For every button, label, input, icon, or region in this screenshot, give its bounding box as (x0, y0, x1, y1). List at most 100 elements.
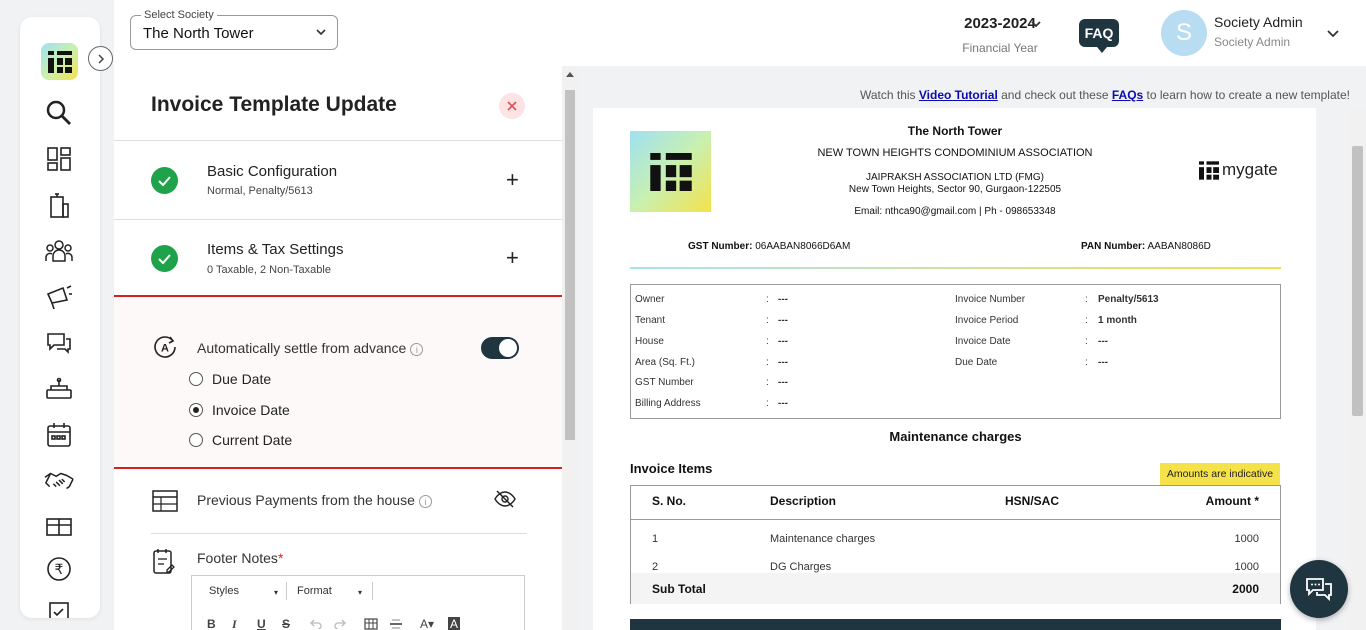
table-cell: 1000 (1234, 533, 1259, 545)
chat-support-button[interactable] (1290, 560, 1348, 618)
bold-button[interactable]: B (207, 617, 216, 630)
info-value: --- (1098, 357, 1108, 368)
info-icon[interactable]: i (410, 342, 424, 356)
sidebar-rail: ₹ (20, 17, 100, 618)
text-color-icon[interactable]: A▾ (420, 617, 434, 630)
table-insert-icon[interactable] (364, 618, 378, 630)
info-colon: : (766, 398, 769, 409)
table-cell: 1000 (1234, 561, 1259, 573)
close-button[interactable] (499, 93, 525, 119)
styles-dropdown[interactable]: Styles (209, 585, 239, 597)
radio-invoice-date[interactable]: Invoice Date (189, 401, 290, 419)
invoice-preview: The North Tower NEW TOWN HEIGHTS CONDOMI… (593, 108, 1316, 630)
society-address: New Town Heights, Sector 90, Gurgaon-122… (848, 184, 1062, 195)
pan-number: PAN Number: AABAN8086D (1081, 241, 1211, 252)
pan-label: PAN Number: (1081, 241, 1146, 252)
subtotal-label: Sub Total (652, 582, 706, 596)
section-subtitle: Normal, Penalty/5613 (207, 185, 313, 197)
financial-year-label: Financial Year (962, 41, 1038, 55)
building-icon[interactable] (44, 190, 74, 220)
video-tutorial-link[interactable]: Video Tutorial (919, 88, 998, 102)
italic-button[interactable]: I (232, 617, 237, 630)
info-key: House (635, 336, 664, 347)
subtotal-row (631, 573, 1280, 604)
society-select-value: The North Tower (143, 25, 254, 42)
radio-label: Due Date (212, 371, 272, 387)
section-heading: Maintenance charges (889, 429, 1022, 444)
indicative-badge: Amounts are indicative (1160, 463, 1280, 485)
gate-icon[interactable] (44, 512, 74, 542)
strikethrough-button[interactable]: S (282, 617, 290, 630)
radio-current-date[interactable]: Current Date (189, 431, 292, 449)
info-value: 1 month (1098, 315, 1137, 326)
info-colon: : (766, 336, 769, 347)
handshake-icon[interactable] (44, 466, 74, 496)
underline-button[interactable]: U (257, 617, 266, 630)
table-cell: 1 (652, 533, 659, 545)
radio-due-date[interactable]: Due Date (189, 370, 271, 388)
info-colon: : (766, 315, 769, 326)
chevron-down-icon[interactable] (1030, 18, 1042, 30)
footer-notes-label: Footer Notes* (197, 550, 283, 566)
undo-icon[interactable] (310, 619, 322, 629)
checklist-icon[interactable] (44, 597, 74, 618)
residents-icon[interactable] (44, 236, 74, 266)
info-value: --- (778, 294, 788, 305)
settle-advance-label: Automatically settle from advance i (197, 340, 424, 356)
search-icon[interactable] (44, 98, 74, 128)
megaphone-icon[interactable] (44, 282, 74, 312)
svg-text:₹: ₹ (55, 562, 64, 578)
faq-button[interactable]: FAQ (1079, 19, 1119, 53)
mygate-logo: mygate (1199, 160, 1278, 180)
scroll-up-arrow-icon[interactable] (566, 72, 574, 77)
format-toolbar: B I U S A▾ A (192, 613, 524, 630)
section-basic-configuration[interactable]: Basic Configuration Normal, Penalty/5613… (114, 140, 562, 220)
footer-notes-editor[interactable]: Styles ▾ Format ▾ B I U S A▾ A (191, 575, 525, 630)
expand-sidebar-button[interactable] (88, 46, 113, 71)
tutorial-text: and check out these (997, 88, 1112, 102)
invoice-items-table: S. No. Description HSN/SAC Amount * 1 Ma… (630, 485, 1281, 604)
section-title: Items & Tax Settings (207, 241, 344, 258)
column-header: HSN/SAC (1005, 494, 1060, 508)
radio-button[interactable] (189, 372, 203, 386)
section-items-tax-settings[interactable]: Items & Tax Settings 0 Taxable, 2 Non-Ta… (114, 220, 562, 298)
info-icon[interactable]: i (418, 494, 432, 508)
horizontal-line-icon[interactable] (389, 618, 403, 630)
radio-button[interactable] (189, 433, 203, 447)
eye-off-icon[interactable] (494, 490, 516, 508)
editor-scrollbar-thumb[interactable] (565, 90, 575, 440)
radio-button-selected[interactable] (189, 403, 203, 417)
invoice-items-title: Invoice Items (630, 461, 713, 476)
chat-icon[interactable] (44, 328, 74, 358)
expand-plus-icon[interactable]: + (506, 247, 519, 269)
chevron-down-icon: ▾ (274, 588, 279, 597)
app-logo[interactable] (41, 43, 78, 80)
faqs-link[interactable]: FAQs (1112, 88, 1143, 102)
background-color-icon[interactable]: A (448, 617, 461, 630)
chat-bubble-icon (1306, 578, 1332, 602)
info-colon: : (766, 357, 769, 368)
info-colon: : (1085, 357, 1088, 368)
society-name: The North Tower (907, 124, 1003, 138)
settle-advance-toggle[interactable] (481, 337, 519, 359)
table-cell: Maintenance charges (770, 533, 876, 545)
table-icon (152, 490, 178, 512)
dashboard-icon[interactable] (44, 144, 74, 174)
society-select[interactable]: Select Society The North Tower (130, 9, 338, 50)
calendar-icon[interactable] (44, 420, 74, 450)
info-colon: : (1085, 336, 1088, 347)
template-editor-panel: Invoice Template Update Basic Configurat… (114, 66, 562, 630)
info-key: Due Date (955, 357, 998, 368)
redo-icon[interactable] (334, 619, 346, 629)
info-key: Owner (635, 294, 665, 305)
info-key: Area (Sq. Ft.) (635, 357, 696, 368)
format-dropdown[interactable]: Format (297, 585, 332, 597)
gst-label: GST Number: (688, 241, 753, 252)
preview-scrollbar-thumb[interactable] (1352, 146, 1363, 416)
rupee-icon[interactable]: ₹ (44, 554, 74, 584)
gst-number: GST Number: 06AABAN8066D6AM (688, 241, 850, 252)
expand-plus-icon[interactable]: + (506, 169, 519, 191)
chevron-down-icon[interactable] (1326, 26, 1340, 40)
amenities-icon[interactable] (44, 374, 74, 404)
avatar[interactable]: S (1161, 10, 1207, 56)
